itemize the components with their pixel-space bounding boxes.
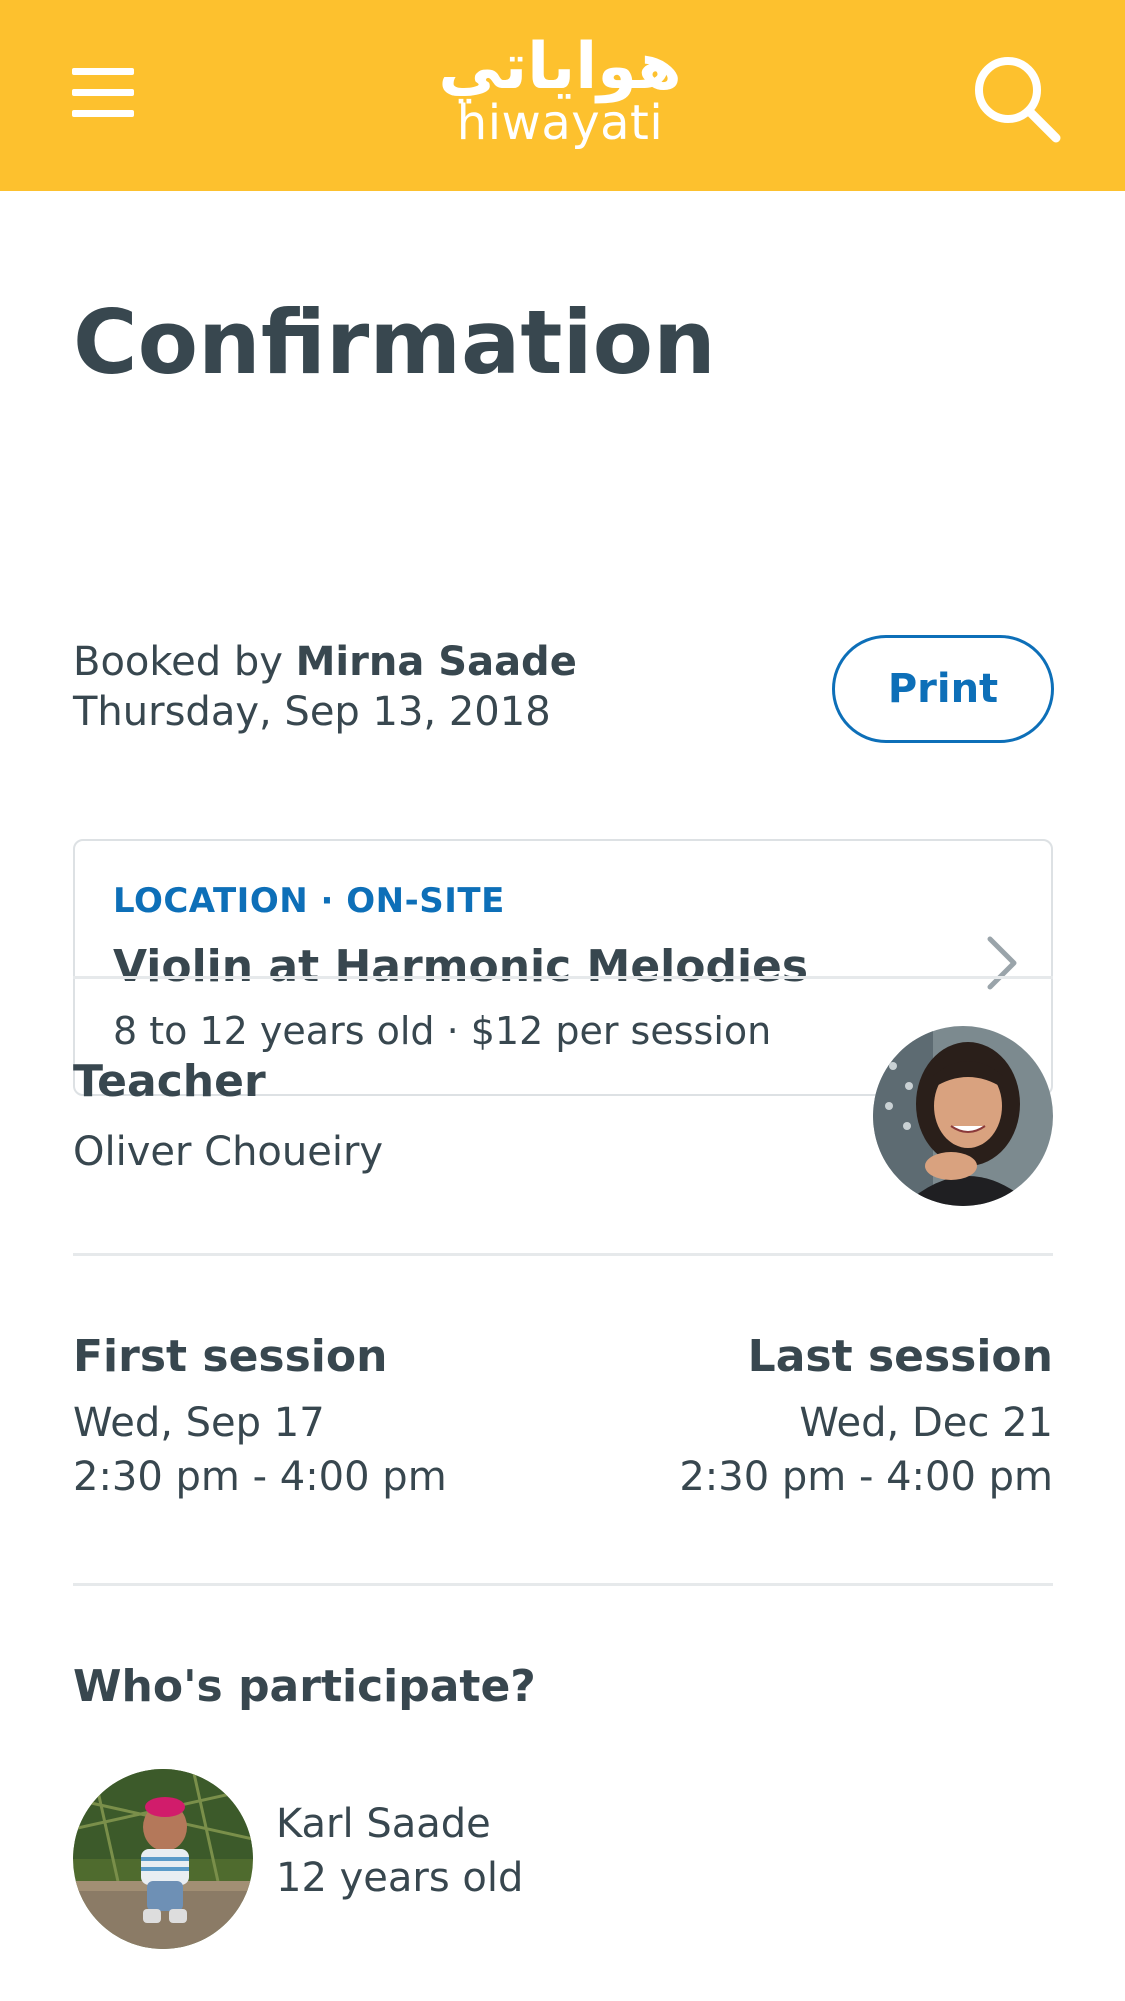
app-header: هواياتي hiwayati	[0, 0, 1125, 191]
logo-latin-text: hiwayati	[456, 95, 664, 151]
divider	[73, 1583, 1053, 1586]
booking-date: Thursday, Sep 13, 2018	[73, 689, 551, 735]
last-session-time: 2:30 pm - 4:00 pm	[679, 1454, 1053, 1500]
print-button[interactable]: Print	[832, 635, 1054, 743]
activity-location-type: LOCATION · ON-SITE	[113, 881, 505, 921]
hamburger-menu-icon[interactable]	[62, 58, 146, 130]
booked-by-label: Booked by	[73, 639, 283, 685]
divider	[73, 1253, 1053, 1256]
last-session-date: Wed, Dec 21	[799, 1400, 1053, 1446]
booking-info: Booked by Mirna Saade Thursday, Sep 13, …	[73, 637, 577, 737]
page-title: Confirmation	[73, 291, 716, 394]
teacher-heading: Teacher	[73, 1056, 266, 1107]
teacher-name: Oliver Choueiry	[73, 1129, 384, 1175]
participant-avatar	[73, 1769, 253, 1949]
participants-heading: Who's participate?	[73, 1661, 536, 1712]
last-session-heading: Last session	[747, 1331, 1053, 1382]
first-session-time: 2:30 pm - 4:00 pm	[73, 1454, 447, 1500]
divider	[73, 976, 1053, 979]
participant-name: Karl Saade	[276, 1801, 491, 1847]
first-session-date: Wed, Sep 17	[73, 1400, 325, 1446]
booked-by-line: Booked by Mirna Saade	[73, 637, 577, 687]
participant-age: 12 years old	[276, 1855, 524, 1901]
teacher-avatar	[873, 1026, 1053, 1206]
chevron-right-icon	[980, 933, 1024, 993]
hiwayati-logo[interactable]: هواياتي hiwayati	[430, 22, 690, 172]
booked-by-name: Mirna Saade	[295, 639, 577, 685]
activity-details: 8 to 12 years old · $12 per session	[113, 1009, 772, 1053]
participant-list-item[interactable]: Karl Saade 12 years old	[73, 1769, 1053, 1951]
activity-title: Violin at Harmonic Melodies	[113, 941, 809, 992]
first-session-heading: First session	[73, 1331, 388, 1382]
search-icon[interactable]	[970, 52, 1070, 152]
